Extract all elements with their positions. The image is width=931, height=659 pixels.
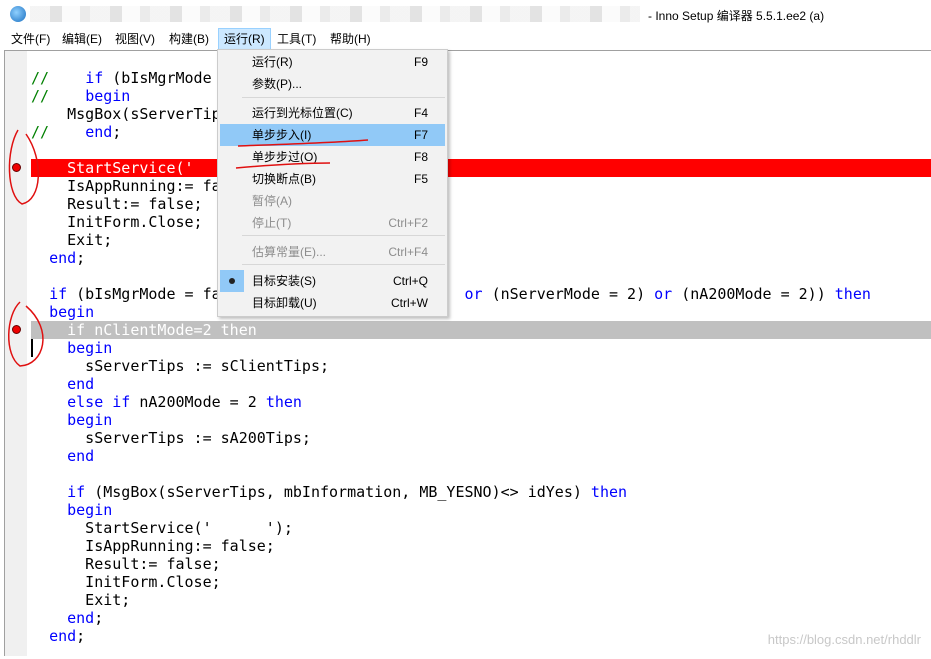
watermark: https://blog.csdn.net/rhddlr <box>767 632 921 647</box>
annotation-circle-1 <box>8 129 39 205</box>
annotation-circle-2 <box>8 301 44 367</box>
annotation-underline-step-into <box>237 139 369 147</box>
red-annotation-marks <box>8 129 369 367</box>
annotation-underline-step-over <box>235 162 331 169</box>
